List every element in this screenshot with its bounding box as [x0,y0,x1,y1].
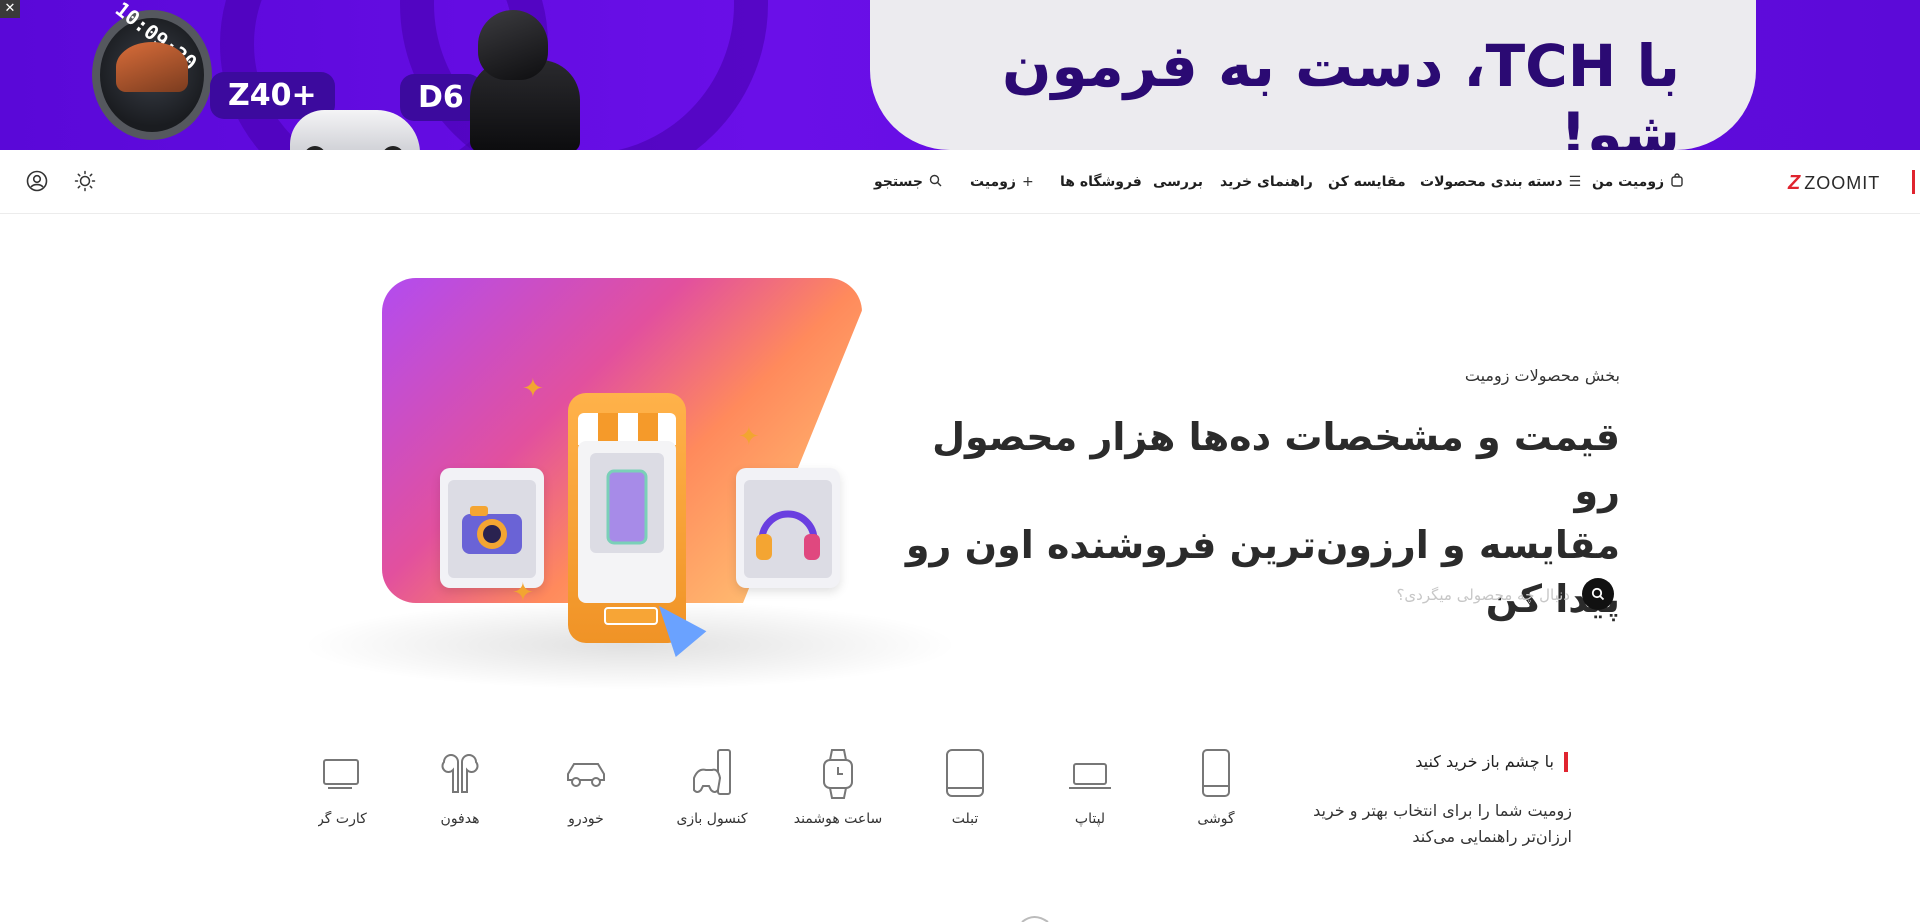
mobile-product-icon [590,453,664,553]
category-game-console[interactable]: کنسول بازی [662,748,762,832]
watch-face-art [116,42,188,92]
earbuds-icon [441,754,479,793]
nav-label: جستجو [874,174,923,190]
bag-icon [1670,173,1684,191]
phone-screen [578,441,676,603]
scroll-hint-icon [1021,916,1049,922]
logo-wordmark: ZOOMIT [1804,172,1881,193]
search-icon [1591,587,1605,601]
nav-label: زومیت [970,174,1016,190]
category-headphones[interactable]: هدفون [410,748,510,832]
sparkle-icon: ✦ [512,578,534,608]
category-smartwatch[interactable]: ساعت هوشمند [788,748,888,832]
product-search-bar [1300,578,1614,612]
headphones-card [736,468,840,588]
promo-banner[interactable]: ✕ 10:09:30 Z40+ D6 با TCH، دست به فرمون … [0,0,1920,150]
hero-subtitle: بخش محصولات زومیت [1464,366,1620,385]
sparkle-icon: ✦ [738,422,760,452]
brand-accent-mark [1912,170,1915,194]
search-submit-button[interactable] [1582,578,1614,610]
nav-label: زومیت من [1592,174,1665,190]
category-graphics-card[interactable]: کارت گرا [318,748,390,832]
search-icon [929,174,942,191]
main-navbar: Z ZOOMIT زومیت من ☰ دسته بندی محصولات مق… [0,150,1920,214]
heading-accent-bar [1564,752,1568,772]
category-phone[interactable]: گوشی [1166,748,1266,832]
camera-icon [462,506,522,554]
headphones-icon [756,510,820,560]
hero-title-line: قیمت و مشخصات ده‌ها هزار محصول رو [932,415,1620,513]
nav-label: مقایسه کن [1328,174,1406,190]
zoomit-logo[interactable]: Z ZOOMIT [1788,172,1880,194]
product-search-input[interactable] [1308,580,1572,610]
list-icon: ☰ [1568,174,1582,190]
camera-card-inner [448,480,536,578]
car-icon [567,763,605,787]
category-label: هدفون [440,811,480,827]
theme-toggle-sun-icon[interactable] [72,168,98,194]
nav-buying-guide[interactable]: راهنمای خرید [1220,170,1313,194]
nav-search[interactable]: جستجو [874,170,942,194]
category-car[interactable]: خودرو [536,748,636,832]
category-label: لپتاپ [1074,811,1106,827]
close-banner-icon[interactable]: ✕ [0,0,20,18]
sparkle-icon: ✦ [522,374,544,404]
categories-heading: با چشم باز خرید کنید [1330,750,1568,776]
headphones-card-inner [744,480,832,578]
logo-z-icon: Z [1788,171,1801,194]
category-tablet[interactable]: تبلت [915,748,1015,832]
banner-headline: با TCH، دست به فرمون شو! [1001,32,1680,150]
plus-icon: + [1021,174,1034,190]
category-label: گوشی [1197,811,1235,827]
nav-reviews[interactable]: بررسی [1153,170,1203,194]
tablet-icon [946,749,984,797]
nav-label: فروشگاه ها [1060,174,1142,190]
category-label: کارت گرا [318,811,367,827]
nav-zoomit-plus[interactable]: + زومیت [970,170,1034,194]
categories-heading-text: با چشم باز خرید کنید [1415,752,1554,771]
smartwatch-icon [823,749,853,799]
gpu-icon [323,759,359,789]
category-label: خودرو [568,811,604,827]
phone-icon [1202,749,1230,797]
nav-stores[interactable]: فروشگاه ها [1060,170,1142,194]
nav-label: دسته بندی محصولات [1420,174,1563,190]
category-label: کنسول بازی [676,811,748,827]
laptop-icon [1069,763,1111,789]
smartwatch-image: 10:09:30 [92,0,212,140]
gamepad-icon [693,749,731,795]
nav-label: راهنمای خرید [1220,174,1313,190]
nav-compare[interactable]: مقایسه کن [1328,170,1406,194]
nav-my-zoomit[interactable]: زومیت من [1592,170,1684,194]
category-carousel: گوشی لپتاپ تبلت ساعت هوشمند کنسول بازی خ… [318,740,1318,850]
category-label: ساعت هوشمند [793,811,883,827]
user-account-icon[interactable] [24,168,50,194]
earbud-image [478,10,548,80]
nav-label: بررسی [1153,174,1203,190]
camera-card [440,468,544,588]
categories-description: زومیت شما را برای انتخاب بهتر و خرید ارز… [1313,801,1572,846]
category-label: تبلت [951,811,979,827]
category-laptop[interactable]: لپتاپ [1040,748,1140,832]
nav-product-categories[interactable]: ☰ دسته بندی محصولات [1420,170,1581,194]
